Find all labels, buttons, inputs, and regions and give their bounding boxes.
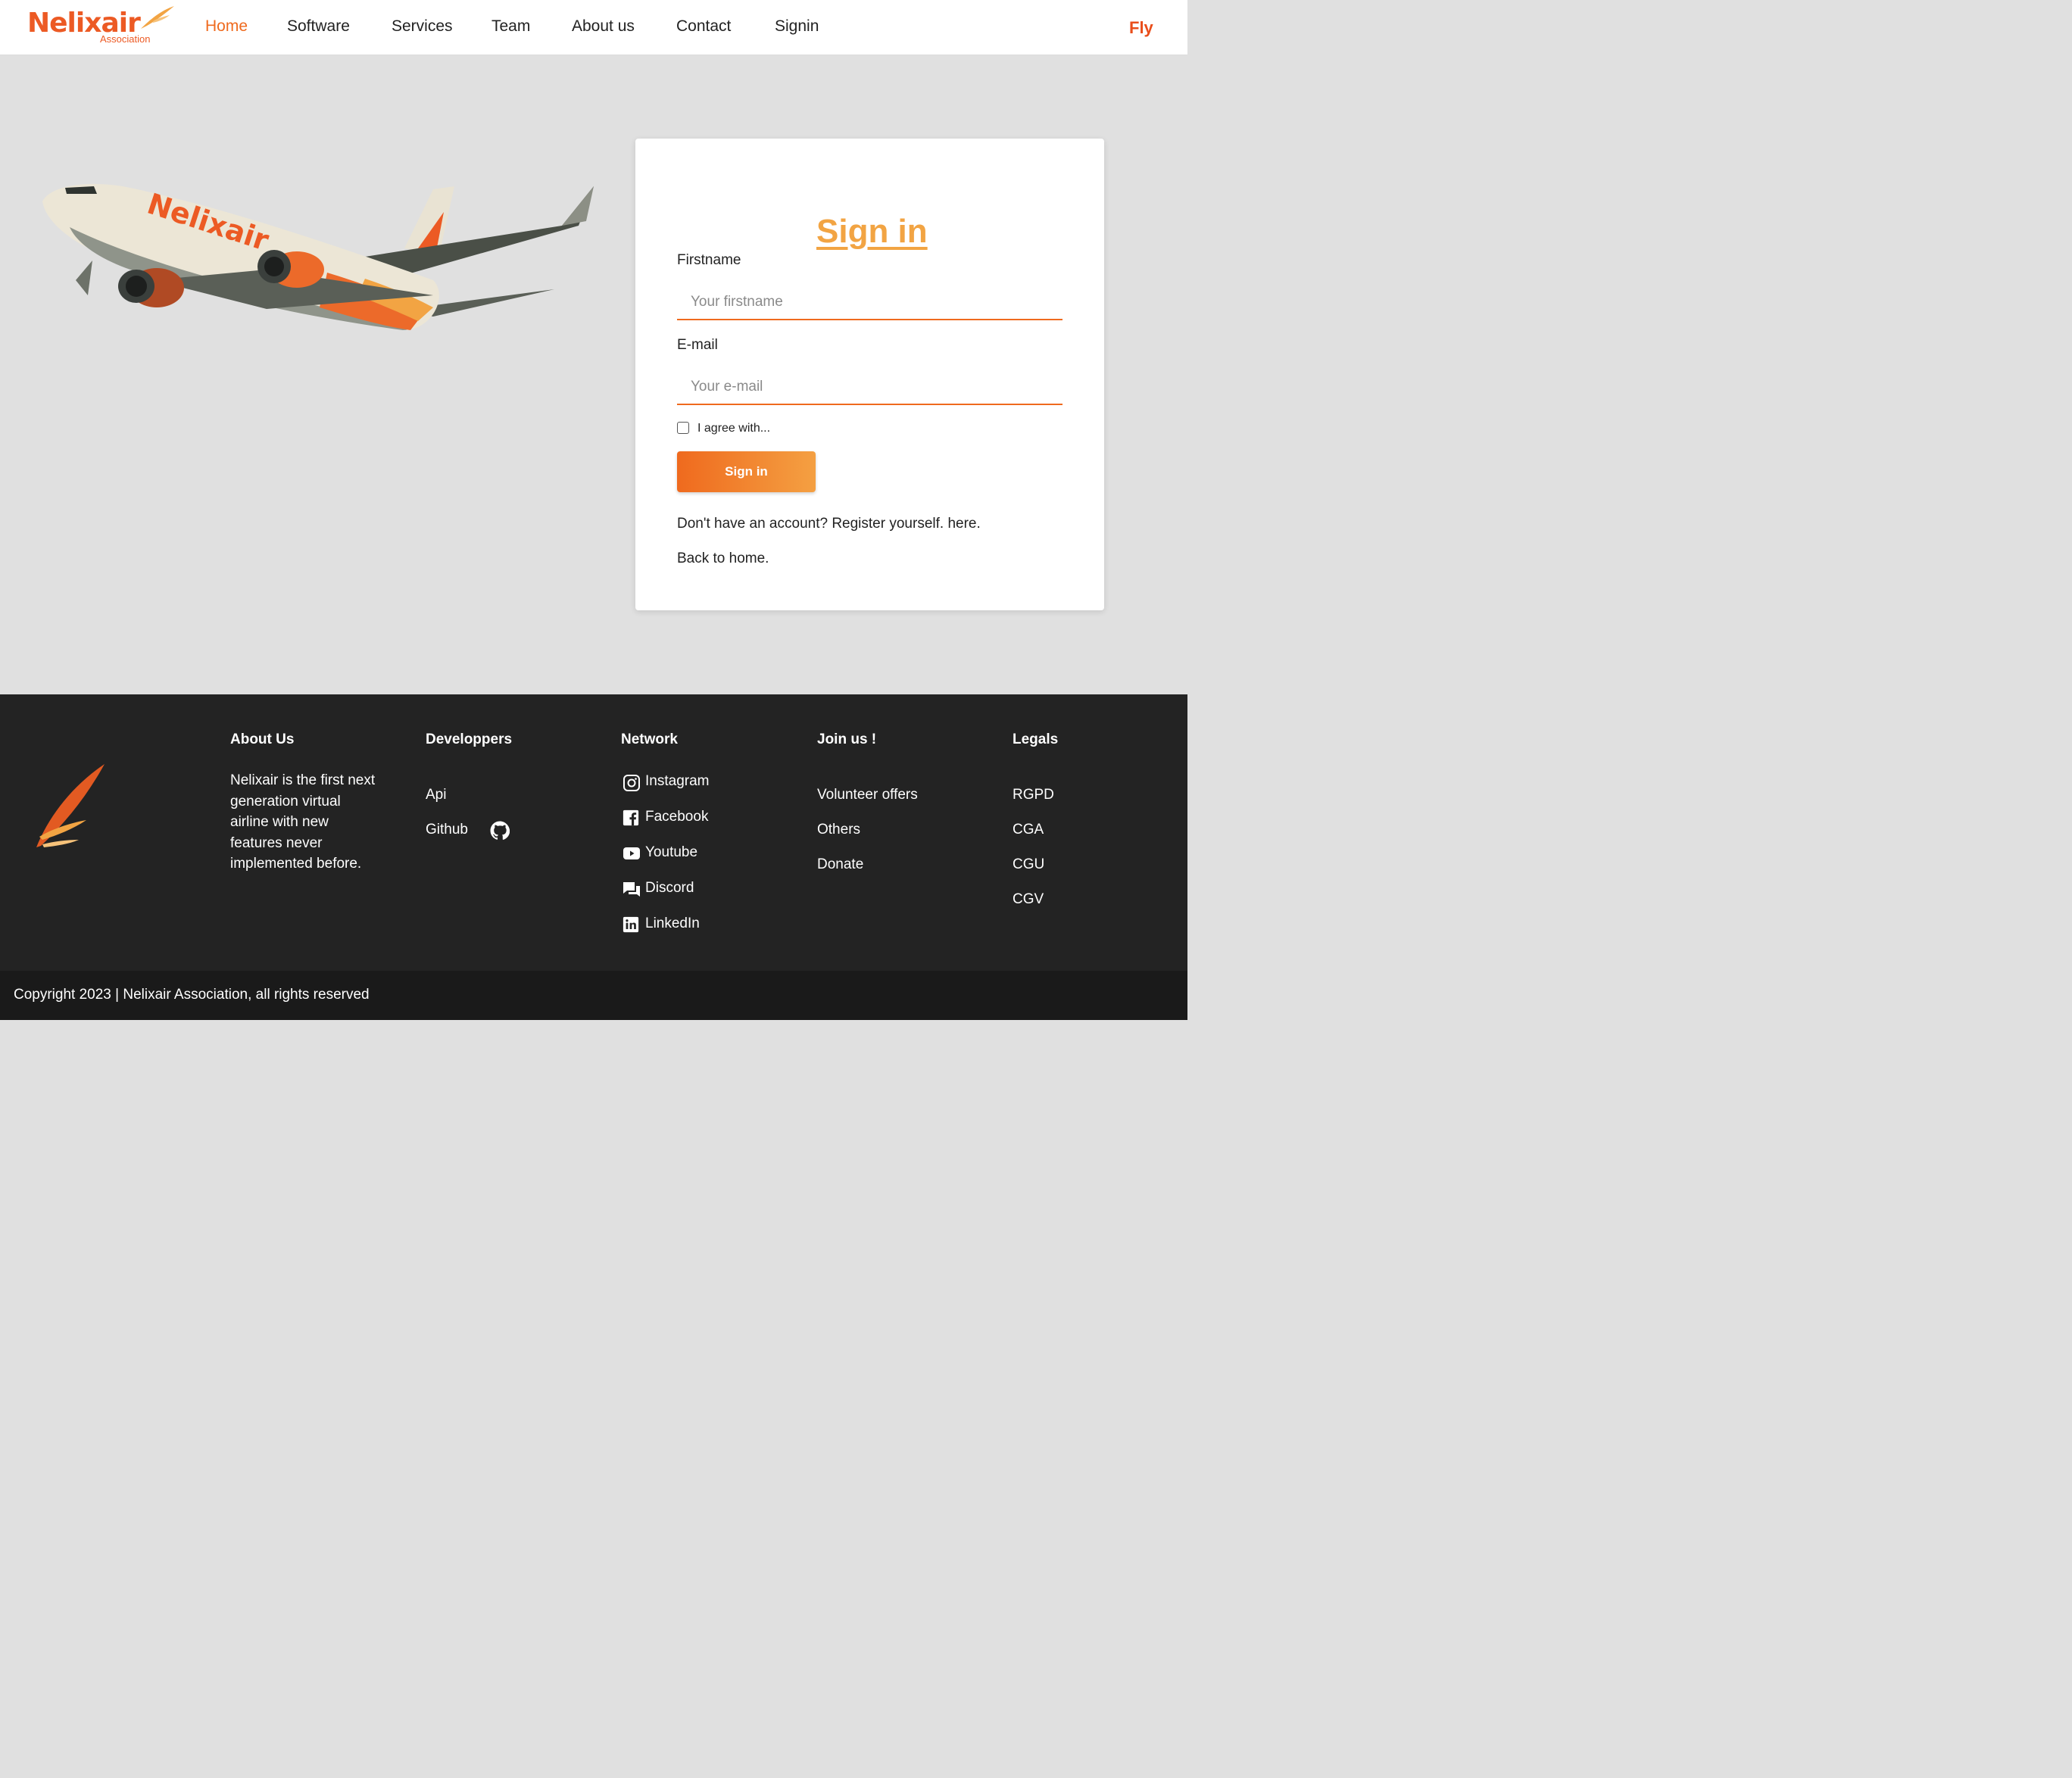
- agree-checkbox[interactable]: [677, 422, 689, 434]
- donate-link[interactable]: Donate: [817, 856, 863, 874]
- nav-about-us[interactable]: About us: [572, 14, 635, 39]
- cgv-link[interactable]: CGV: [1013, 891, 1044, 909]
- site-header: Nelixair Association Home Software Servi…: [0, 0, 1187, 55]
- footer-about-text: Nelixair is the first next generation vi…: [230, 772, 376, 872]
- back-home-link[interactable]: Back to home.: [677, 550, 769, 568]
- copyright-bar: Copyright 2023 | Nelixair Association, a…: [0, 971, 1187, 1020]
- instagram-label: Instagram: [645, 773, 710, 789]
- signin-card: Sign in Firstname E-mail I agree with...…: [635, 139, 1104, 610]
- facebook-label: Facebook: [645, 809, 709, 825]
- email-input[interactable]: [677, 370, 1063, 405]
- cgu-link[interactable]: CGU: [1013, 856, 1044, 874]
- footer-join: Join us ! Volunteer offers Others Donate: [817, 731, 984, 872]
- footer-about-heading: About Us: [230, 731, 295, 747]
- others-link[interactable]: Others: [817, 821, 860, 839]
- register-link[interactable]: Don't have an account? Register yourself…: [677, 515, 981, 533]
- nav-home[interactable]: Home: [205, 14, 248, 39]
- footer-network: Network Instagram Facebook Youtube Disco…: [621, 731, 788, 933]
- cga-link[interactable]: CGA: [1013, 821, 1044, 839]
- discord-icon: [623, 882, 640, 897]
- firstname-label: Firstname: [677, 252, 741, 268]
- footer-developers-heading: Developpers: [426, 731, 513, 747]
- site-footer: About Us Nelixair is the first next gene…: [0, 694, 1187, 971]
- youtube-icon: [623, 847, 640, 859]
- volunteer-offers-link[interactable]: Volunteer offers: [817, 786, 918, 804]
- signin-button[interactable]: Sign in: [677, 451, 816, 492]
- airplane-illustration: Nelixair: [42, 183, 594, 330]
- youtube-label: Youtube: [645, 844, 698, 860]
- nav-software[interactable]: Software: [287, 14, 350, 39]
- feather-logo-icon: [36, 764, 105, 847]
- brand-logo[interactable]: Nelixair Association: [27, 5, 179, 48]
- nav-team[interactable]: Team: [491, 14, 530, 39]
- fly-link[interactable]: Fly: [1129, 17, 1153, 39]
- discord-label: Discord: [645, 880, 694, 896]
- footer-network-heading: Network: [621, 731, 678, 747]
- nav-contact[interactable]: Contact: [676, 14, 731, 39]
- footer-legals: Legals RGPD CGA CGU CGV: [1013, 731, 1134, 907]
- feather-icon: [141, 6, 174, 29]
- github-icon[interactable]: [490, 821, 510, 841]
- linkedin-label: LinkedIn: [645, 916, 700, 931]
- facebook-icon: [623, 809, 639, 826]
- linkedin-icon: [623, 916, 639, 933]
- api-link[interactable]: Api: [426, 786, 446, 804]
- github-link[interactable]: Github: [426, 821, 468, 839]
- footer-about: About Us Nelixair is the first next gene…: [230, 731, 382, 872]
- footer-join-heading: Join us !: [817, 731, 877, 747]
- email-label: E-mail: [677, 337, 718, 353]
- nav-signin[interactable]: Signin: [775, 14, 819, 39]
- rgpd-link[interactable]: RGPD: [1013, 786, 1054, 804]
- nav-services[interactable]: Services: [392, 14, 453, 39]
- copyright-text: Copyright 2023 | Nelixair Association, a…: [14, 987, 370, 1003]
- agree-label: I agree with...: [697, 422, 771, 435]
- footer-developers: Developpers Api Github: [426, 731, 577, 840]
- firstname-input[interactable]: [677, 285, 1063, 320]
- instagram-icon: [623, 775, 640, 791]
- footer-legals-heading: Legals: [1013, 731, 1059, 747]
- brand-tagline: Association: [100, 33, 151, 45]
- signin-title: Sign in: [816, 213, 928, 250]
